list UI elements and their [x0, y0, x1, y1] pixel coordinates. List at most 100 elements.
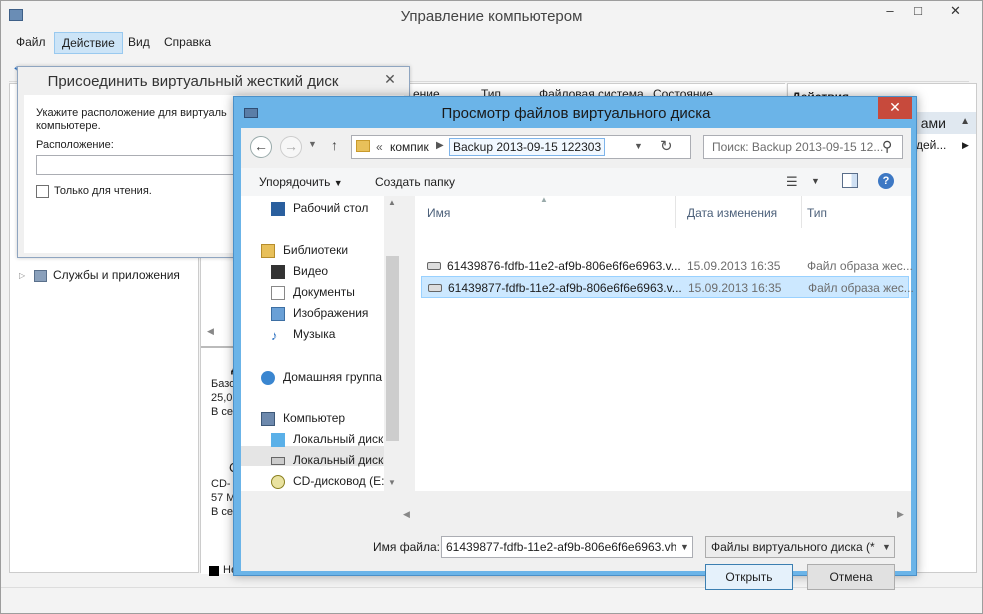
nav-item-homegroup[interactable]: Домашняя группа	[283, 370, 382, 384]
file-list: ▲ Имя Дата изменения Тип 61439876-fdfb-1…	[415, 195, 914, 491]
recent-locations-icon[interactable]: ▼	[308, 139, 317, 149]
file-date: 15.09.2013 16:35	[688, 281, 782, 295]
attach-description: Укажите расположение для виртуаль компью…	[36, 107, 227, 132]
search-placeholder: Поиск: Backup 2013-09-15 12...	[712, 140, 884, 154]
filetype-select[interactable]: Файлы виртуального диска (* ▼	[705, 536, 895, 558]
nav-item-computer[interactable]: Компьютер	[283, 411, 345, 425]
address-segment-kompik[interactable]: компик	[390, 140, 429, 154]
filename-input[interactable]: 61439877-fdfb-11e2-af9b-806e6f6e6963.vhd…	[441, 536, 693, 558]
file-type: Файл образа жес...	[808, 281, 914, 295]
location-label: Расположение:	[36, 139, 114, 151]
header-name[interactable]: Имя	[427, 206, 450, 220]
browse-vhd-dialog: Просмотр файлов виртуального диска ✕ ← →…	[233, 96, 917, 590]
chevron-down-icon[interactable]: ▼	[680, 542, 689, 552]
main-titlebar: Управление компьютером – □ ✕	[1, 1, 982, 32]
menu-help[interactable]: Справка	[157, 32, 218, 54]
open-button[interactable]: Открыть	[705, 564, 793, 590]
libraries-icon	[261, 244, 275, 258]
cd-drive-icon	[271, 475, 285, 489]
column-divider[interactable]	[675, 196, 676, 228]
documents-icon	[271, 286, 285, 300]
back-button[interactable]: ←	[250, 136, 272, 158]
file-row-selected[interactable]: 61439877-fdfb-11e2-af9b-806e6f6e6963.v..…	[421, 276, 914, 298]
file-type: Файл образа жес...	[807, 259, 913, 273]
new-folder-button[interactable]: Создать папку	[375, 175, 455, 189]
nav-item-desktop[interactable]: Рабочий стол	[293, 201, 368, 215]
nav-item-libraries[interactable]: Библиотеки	[283, 243, 348, 257]
tree-expand-icon[interactable]: ▷	[19, 271, 25, 280]
nav-scroll-thumb[interactable]	[386, 256, 399, 441]
tree-item-services[interactable]: Службы и приложения	[53, 268, 180, 282]
file-name: 61439876-fdfb-11e2-af9b-806e6f6e6963.v..…	[447, 259, 681, 273]
services-icon	[34, 270, 47, 282]
refresh-icon[interactable]: ↻	[660, 137, 673, 155]
search-input[interactable]: Поиск: Backup 2013-09-15 12... ⚲	[703, 135, 903, 159]
nav-item-images[interactable]: Изображения	[293, 306, 368, 320]
cancel-button[interactable]: Отмена	[807, 564, 895, 590]
nav-item-video[interactable]: Видео	[293, 264, 328, 278]
view-options-icon[interactable]: ☰	[786, 174, 798, 190]
computer-icon	[261, 412, 275, 426]
header-date[interactable]: Дата изменения	[687, 206, 777, 220]
help-icon[interactable]: ?	[878, 173, 894, 189]
close-button[interactable]: ✕	[933, 1, 978, 23]
address-overflow[interactable]: «	[376, 140, 383, 154]
search-icon[interactable]: ⚲	[882, 138, 892, 155]
scroll-right-icon[interactable]: ▶	[897, 509, 904, 520]
browse-close-button[interactable]: ✕	[878, 97, 912, 119]
disk0-status: В се	[211, 406, 234, 418]
location-input[interactable]	[36, 155, 256, 175]
attach-close-button[interactable]: ✕	[374, 69, 406, 89]
disk0-type: Базо	[211, 378, 236, 390]
disk1-type: CD-	[211, 478, 231, 490]
windows-drive-icon	[271, 433, 285, 447]
browse-dialog-title: Просмотр файлов виртуального диска	[441, 105, 711, 122]
organize-button[interactable]: Упорядочить ▼	[259, 175, 343, 189]
filename-label: Имя файла:	[373, 540, 440, 554]
actions-item[interactable]: дей...	[916, 138, 946, 152]
up-arrow-icon[interactable]: ↑	[331, 137, 338, 153]
scroll-left-icon[interactable]: ◀	[403, 509, 410, 520]
preview-pane-icon[interactable]	[842, 173, 858, 188]
address-bar[interactable]: « компик ▶ Backup 2013-09-15 122303 ▼ ↻	[351, 135, 691, 159]
header-type[interactable]: Тип	[807, 206, 827, 220]
forward-button[interactable]: →	[280, 136, 302, 158]
column-divider[interactable]	[801, 196, 802, 228]
browse-dialog-body: ← → ▼ ↑ « компик ▶ Backup 2013-09-15 122…	[241, 128, 914, 590]
attach-dialog-title: Присоединить виртуальный жесткий диск	[47, 73, 339, 90]
chevron-down-icon[interactable]: ▼	[811, 176, 820, 186]
organize-label: Упорядочить	[259, 175, 331, 189]
menu-action[interactable]: Действие	[54, 32, 123, 54]
maximize-button[interactable]: □	[905, 1, 931, 23]
horizontal-scrollbar[interactable]: ◀ ▶	[401, 508, 911, 525]
nav-item-local-disk-c[interactable]: Локальный диск	[293, 432, 383, 446]
chevron-right-icon[interactable]: ▶	[436, 140, 444, 151]
nav-item-documents[interactable]: Документы	[293, 285, 355, 299]
minimize-button[interactable]: –	[877, 1, 903, 23]
file-date: 15.09.2013 16:35	[687, 259, 781, 273]
disk1-status: В се	[211, 506, 234, 518]
sort-up-icon: ▲	[540, 195, 548, 204]
nav-scrollbar[interactable]: ▲ ▼	[384, 196, 401, 491]
scroll-down-icon[interactable]: ▼	[388, 478, 396, 487]
file-name: 61439877-fdfb-11e2-af9b-806e6f6e6963.v..…	[448, 281, 682, 295]
file-row[interactable]: 61439876-fdfb-11e2-af9b-806e6f6e6963.v..…	[421, 255, 913, 277]
music-icon: ♪	[271, 328, 278, 343]
nav-item-cd-drive[interactable]: CD-дисковод (E:	[293, 474, 384, 488]
collapse-icon[interactable]: ▲	[960, 116, 970, 127]
filetype-value: Файлы виртуального диска (*	[711, 540, 875, 554]
address-segment-backup[interactable]: Backup 2013-09-15 122303	[449, 138, 606, 156]
menu-file[interactable]: Файл	[9, 32, 53, 54]
scroll-up-icon[interactable]: ▲	[388, 198, 396, 207]
menu-view[interactable]: Вид	[121, 32, 157, 54]
readonly-checkbox[interactable]	[36, 185, 49, 198]
actions-section-label: ами	[920, 115, 946, 131]
nav-item-music[interactable]: Музыка	[293, 327, 335, 341]
scroll-left-icon[interactable]: ◀	[207, 326, 214, 337]
nav-item-local-disk-d[interactable]: Локальный диск	[293, 453, 383, 467]
window-title: Управление компьютером	[400, 8, 583, 25]
chevron-down-icon[interactable]: ▼	[634, 141, 643, 151]
vhd-file-icon	[428, 284, 442, 292]
filename-value: 61439877-fdfb-11e2-af9b-806e6f6e6963.vhd	[446, 540, 676, 554]
images-icon	[271, 307, 285, 321]
